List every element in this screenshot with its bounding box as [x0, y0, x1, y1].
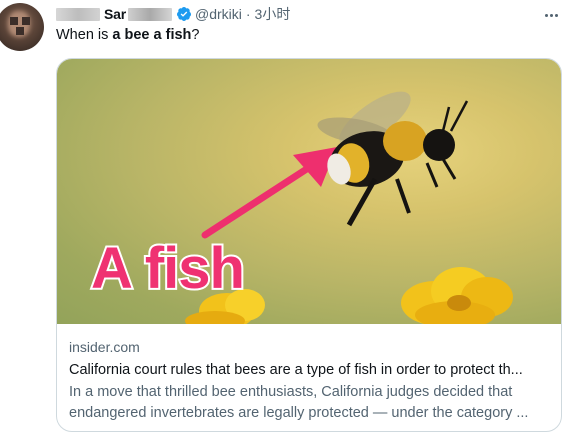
author-handle[interactable]: @drkiki: [195, 6, 242, 22]
card-meta[interactable]: insider.com California court rules that …: [69, 338, 553, 424]
tweet-text: When is a bee a fish?: [56, 27, 199, 43]
blurred-name-part: [56, 7, 100, 21]
tweet-header: Sar @drkiki · 3小时: [56, 4, 290, 24]
avatar[interactable]: [0, 3, 44, 51]
card-description-line: In a move that thrilled bee enthusiasts,…: [69, 384, 513, 400]
card-domain: insider.com: [69, 339, 140, 355]
more-icon[interactable]: [540, 6, 562, 24]
tweet-text-suffix: ?: [191, 27, 200, 43]
card-description-line: endangered invertebrates are legally pro…: [69, 405, 529, 421]
more-dot: [544, 13, 548, 17]
card-title: California court rules that bees are a t…: [69, 362, 523, 378]
card-image[interactable]: A fish: [57, 59, 561, 324]
pink-arrow: [201, 147, 337, 239]
separator: ·: [245, 6, 251, 22]
avatar-pixel: [22, 17, 30, 25]
more-dot: [554, 13, 558, 17]
avatar-pixel: [16, 27, 24, 35]
link-preview-card[interactable]: A fish insider.com California court rule…: [56, 58, 562, 432]
tweet-time[interactable]: 3小时: [255, 4, 291, 24]
verified-badge-icon: [176, 7, 191, 21]
blurred-name-part: [127, 7, 172, 21]
tweet[interactable]: Sar @drkiki · 3小时 When is a bee a fish?: [0, 0, 586, 434]
more-dot: [549, 13, 553, 17]
tweet-text-bold: a bee a fish: [112, 27, 192, 43]
bee: [317, 91, 469, 227]
tweet-text-prefix: When is: [56, 27, 113, 43]
card-image-overlay-text: A fish: [89, 236, 247, 301]
avatar-pixel: [10, 17, 18, 25]
card-description: In a move that thrilled bee enthusiasts,…: [69, 382, 553, 424]
author-name-visible: Sar: [104, 6, 126, 22]
flower-right: [401, 267, 513, 324]
author-name[interactable]: Sar: [56, 6, 174, 22]
